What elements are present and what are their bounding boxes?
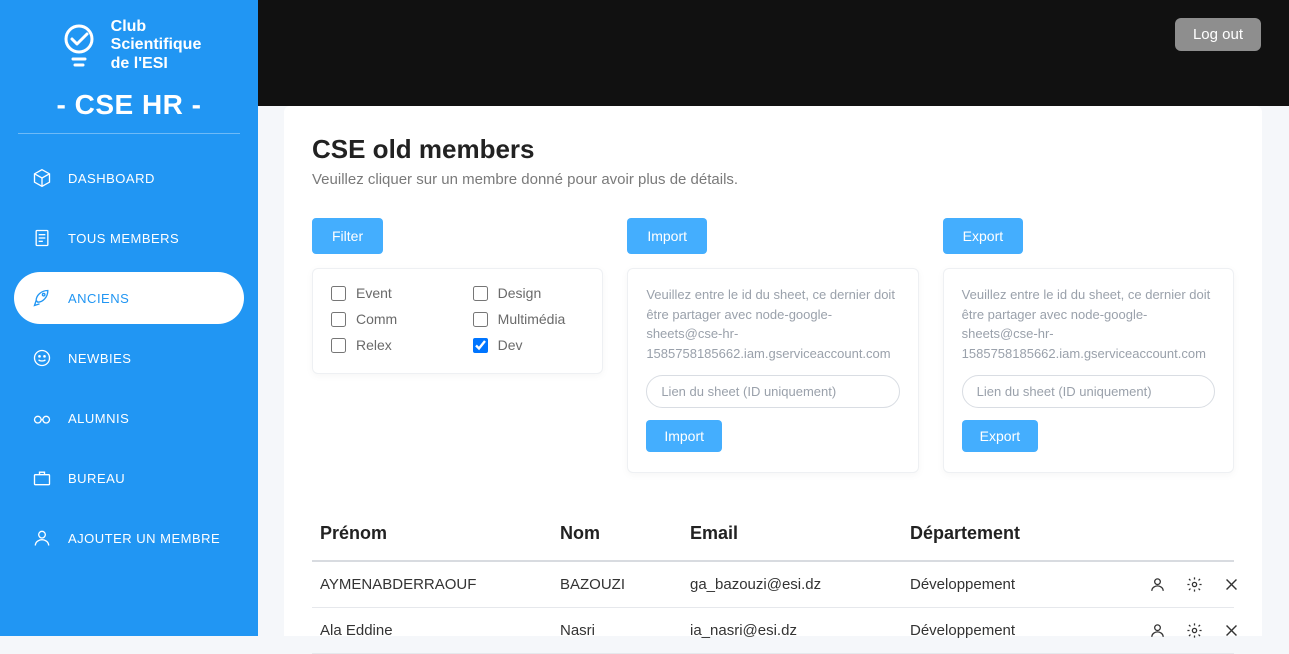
filter-checkbox-dev[interactable] [473, 338, 488, 353]
import-help-text: Veuillez entre le id du sheet, ce dernie… [646, 285, 899, 363]
import-column: Import Veuillez entre le id du sheet, ce… [627, 218, 918, 473]
sidebar-divider [18, 133, 240, 134]
sidebar-item-dashboard[interactable]: DASHBOARD [14, 152, 244, 204]
page-title: CSE old members [312, 134, 1234, 165]
smile-icon [32, 348, 52, 368]
filter-checkbox-multimedia[interactable] [473, 312, 488, 327]
import-card: Veuillez entre le id du sheet, ce dernie… [627, 268, 918, 473]
col-nom: Nom [560, 523, 690, 544]
sidebar-item-label: DASHBOARD [68, 171, 155, 186]
logout-button[interactable]: Log out [1175, 18, 1261, 51]
sidebar-item-newbies[interactable]: NEWBIES [14, 332, 244, 384]
table-row[interactable]: AYMENABDERRAOUF BAZOUZI ga_bazouzi@esi.d… [312, 562, 1234, 608]
panels-row: Filter Event Design Comm [312, 218, 1234, 473]
table-row[interactable]: Ala Eddine Nasri ia_nasri@esi.dz Dévelop… [312, 608, 1234, 654]
sidebar-item-label: ANCIENS [68, 291, 129, 306]
cell-dept: Développement [910, 576, 1120, 593]
export-toggle-button[interactable]: Export [943, 218, 1023, 254]
filter-option-design[interactable]: Design [473, 285, 585, 301]
filter-option-multimedia[interactable]: Multimédia [473, 311, 585, 327]
cell-dept: Développement [910, 622, 1120, 639]
export-card: Veuillez entre le id du sheet, ce dernie… [943, 268, 1234, 473]
filter-checkbox-relex[interactable] [331, 338, 346, 353]
sidebar: Club Scientifique de l'ESI - CSE HR - DA… [0, 0, 258, 636]
export-help-text: Veuillez entre le id du sheet, ce dernie… [962, 285, 1215, 363]
view-user-icon[interactable] [1149, 576, 1166, 593]
settings-icon[interactable] [1186, 622, 1203, 639]
filter-label: Design [498, 285, 542, 301]
sidebar-item-label: NEWBIES [68, 351, 131, 366]
export-column: Export Veuillez entre le id du sheet, ce… [943, 218, 1234, 473]
brand-line1: Club [111, 18, 202, 36]
cube-icon [32, 168, 52, 188]
filter-checkbox-comm[interactable] [331, 312, 346, 327]
user-icon [32, 528, 52, 548]
filter-checkbox-design[interactable] [473, 286, 488, 301]
filter-label: Dev [498, 337, 523, 353]
cell-prenom: Ala Eddine [320, 622, 560, 639]
page-subtitle: Veuillez cliquer sur un membre donné pou… [312, 171, 1234, 188]
filter-label: Multimédia [498, 311, 566, 327]
close-icon[interactable] [1223, 576, 1240, 593]
brand-text: Club Scientifique de l'ESI [111, 18, 202, 73]
main-content: CSE old members Veuillez cliquer sur un … [284, 106, 1262, 636]
glasses-icon [32, 408, 52, 428]
brand-logo-icon [57, 21, 101, 71]
sidebar-nav: DASHBOARD TOUS MEMBERS ANCIENS NEWBIES A… [0, 152, 258, 564]
brand-line2: Scientifique [111, 36, 202, 54]
sidebar-item-alumnis[interactable]: ALUMNIS [14, 392, 244, 444]
app-title: - CSE HR - [0, 83, 258, 133]
settings-icon[interactable] [1186, 576, 1203, 593]
sidebar-item-label: BUREAU [68, 471, 125, 486]
cell-email: ga_bazouzi@esi.dz [690, 576, 910, 593]
import-toggle-button[interactable]: Import [627, 218, 707, 254]
filter-option-event[interactable]: Event [331, 285, 443, 301]
cell-email: ia_nasri@esi.dz [690, 622, 910, 639]
members-table: Prénom Nom Email Département AYMENABDERR… [312, 513, 1234, 654]
sidebar-item-label: ALUMNIS [68, 411, 129, 426]
col-departement: Département [910, 523, 1120, 544]
table-body: AYMENABDERRAOUF BAZOUZI ga_bazouzi@esi.d… [312, 562, 1234, 654]
table-header-row: Prénom Nom Email Département [312, 513, 1234, 562]
filter-label: Relex [356, 337, 392, 353]
filter-label: Event [356, 285, 392, 301]
sidebar-item-label: AJOUTER UN MEMBRE [68, 531, 220, 546]
topbar: Log out [258, 0, 1289, 106]
sidebar-item-add-member[interactable]: AJOUTER UN MEMBRE [14, 512, 244, 564]
filter-option-dev[interactable]: Dev [473, 337, 585, 353]
close-icon[interactable] [1223, 622, 1240, 639]
filter-card: Event Design Comm Multimédia [312, 268, 603, 374]
cell-nom: Nasri [560, 622, 690, 639]
view-user-icon[interactable] [1149, 622, 1166, 639]
import-sheet-input[interactable] [646, 375, 899, 408]
filter-option-relex[interactable]: Relex [331, 337, 443, 353]
filter-option-comm[interactable]: Comm [331, 311, 443, 327]
briefcase-icon [32, 468, 52, 488]
filter-checkbox-event[interactable] [331, 286, 346, 301]
sidebar-item-tous-members[interactable]: TOUS MEMBERS [14, 212, 244, 264]
col-email: Email [690, 523, 910, 544]
sidebar-item-bureau[interactable]: BUREAU [14, 452, 244, 504]
document-icon [32, 228, 52, 248]
cell-prenom: AYMENABDERRAOUF [320, 576, 560, 593]
brand-line3: de l'ESI [111, 55, 202, 73]
export-sheet-input[interactable] [962, 375, 1215, 408]
col-prenom: Prénom [320, 523, 560, 544]
export-action-button[interactable]: Export [962, 420, 1038, 452]
sidebar-item-label: TOUS MEMBERS [68, 231, 179, 246]
rocket-icon [32, 288, 52, 308]
sidebar-item-anciens[interactable]: ANCIENS [14, 272, 244, 324]
row-actions [1120, 576, 1240, 593]
filter-button[interactable]: Filter [312, 218, 383, 254]
cell-nom: BAZOUZI [560, 576, 690, 593]
filter-grid: Event Design Comm Multimédia [331, 285, 584, 353]
brand-block: Club Scientifique de l'ESI [0, 18, 258, 83]
table-head: Prénom Nom Email Département [312, 513, 1234, 562]
import-action-button[interactable]: Import [646, 420, 722, 452]
filter-label: Comm [356, 311, 397, 327]
row-actions [1120, 622, 1240, 639]
filter-column: Filter Event Design Comm [312, 218, 603, 374]
